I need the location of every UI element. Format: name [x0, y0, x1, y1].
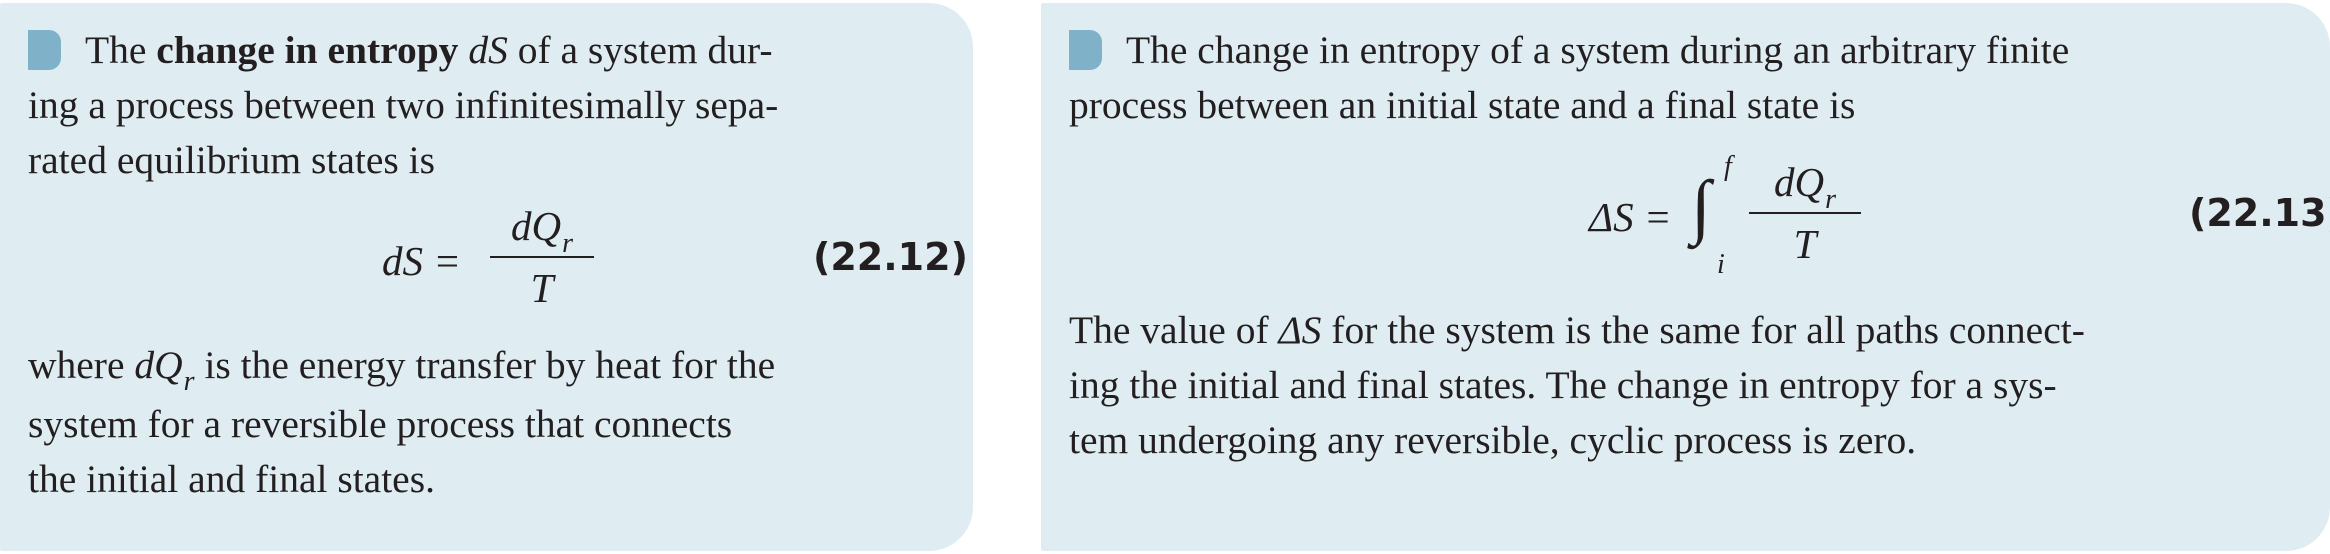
- explanation-paragraph: where dQr is the energy transfer by heat…: [28, 338, 945, 507]
- key-term: change in entropy: [156, 28, 459, 72]
- fraction-bar: [1749, 212, 1861, 214]
- fraction: dQr T: [1749, 158, 1861, 268]
- fraction-denominator: T: [1793, 221, 1817, 267]
- explanation-paragraph: The value of ΔS for the system is the sa…: [1069, 303, 2302, 468]
- text-run: of a system dur-: [507, 28, 773, 72]
- integral-lower-limit: i: [1717, 249, 1725, 280]
- subscript-r: r: [183, 366, 195, 397]
- equation-number: (22.13): [2189, 191, 2330, 235]
- integral-sign: ∫: [1691, 166, 1711, 246]
- definition-paragraph: The change in entropy of a system during…: [1069, 23, 2302, 133]
- text-line: The change in entropy of a system during…: [1126, 28, 2070, 72]
- text-line: rated equilibrium states is: [28, 138, 435, 182]
- definition-box-left: The change in entropy dS of a system dur…: [0, 3, 973, 551]
- fraction-denominator: T: [530, 265, 554, 311]
- text-run: The: [85, 28, 157, 72]
- section-marker-icon: [28, 30, 61, 70]
- equation-lhs: dS =: [382, 238, 461, 284]
- text-run: The value of: [1069, 308, 1279, 352]
- text-line: the initial and final states.: [28, 457, 435, 501]
- section-marker-icon: [1069, 30, 1102, 70]
- text-run: where: [28, 343, 135, 387]
- equation-22-13: ΔS = ∫ f i dQr T (22.13): [1069, 133, 2330, 303]
- definition-box-right: The change in entropy of a system during…: [1041, 3, 2330, 551]
- equation-lhs: ΔS =: [1589, 194, 1672, 240]
- fraction-numerator: dQr: [510, 203, 573, 259]
- fraction: dQr T: [490, 202, 594, 312]
- text-run: is the energy transfer by heat for the: [194, 343, 776, 387]
- text-run: for the system is the same for all paths…: [1321, 308, 2085, 352]
- fraction-numerator: dQr: [1773, 159, 1836, 215]
- text-line: system for a reversible process that con…: [28, 402, 733, 446]
- equation-22-12: dS = dQr T (22.12): [28, 188, 968, 338]
- variable-delta-s: ΔS: [1278, 308, 1322, 352]
- text-line: ing a process between two infinitesimall…: [28, 83, 779, 127]
- text-line: ing the initial and final states. The ch…: [1069, 363, 2057, 407]
- text-line: process between an initial state and a f…: [1069, 83, 1856, 127]
- variable-dq: dQ: [134, 343, 183, 387]
- variable-ds: dS: [468, 28, 508, 72]
- integral-upper-limit: f: [1724, 151, 1732, 182]
- definition-paragraph: The change in entropy dS of a system dur…: [28, 23, 945, 188]
- equation-number: (22.12): [813, 235, 968, 279]
- text-line: tem undergoing any reversible, cyclic pr…: [1069, 418, 1917, 462]
- fraction-bar: [490, 256, 594, 258]
